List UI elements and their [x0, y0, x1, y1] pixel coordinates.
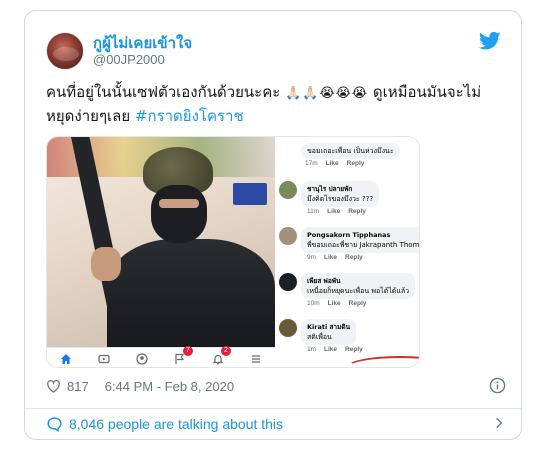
comment-bubble: ขอมเถอะเพื่อน เป็นห่วงมึงนะ [301, 143, 400, 159]
bell-icon: 2 [211, 345, 231, 366]
comment-author: Kirati สามดิน [307, 323, 351, 331]
red-annotation-scribble [345, 356, 419, 367]
comment-meta: 1m Like Reply [307, 346, 363, 353]
user-handle[interactable]: @00JP2000 [93, 52, 165, 67]
embedded-comments: ขอมเถอะเพื่อน เป็นห่วงมึงนะ 17m Like Reply… [275, 137, 420, 367]
home-icon [59, 352, 73, 366]
comment-text: มึงคิดไรของมึงวะ ??? [307, 195, 374, 203]
commenter-avatar [279, 227, 297, 245]
talking-about-link[interactable]: 8,046 people are talking about this [46, 413, 506, 435]
comment-text: พี่ขอมเถอะพี่ชาย Jakrapanth Thomma [307, 241, 420, 249]
commenter-avatar [279, 319, 297, 337]
video-icon [97, 352, 111, 366]
profile-icon [135, 352, 149, 366]
tweet-meta-row: 817 6:44 PM - Feb 8, 2020 [46, 377, 506, 395]
comment-author: ชานุไร ปลายพัก [307, 185, 353, 193]
comment-meta: 10m Like Reply [307, 300, 367, 307]
commenter-avatar [279, 273, 297, 291]
like-count[interactable]: 817 [67, 379, 89, 394]
comment-bubble: Kirati สามดิน สติเพื่อน [301, 319, 357, 345]
comment-text: ขอมเถอะเพื่อน เป็นห่วงมึงนะ [307, 147, 394, 155]
menu-icon [249, 352, 263, 366]
comment-text: เหนื่อยก็หยุดนะเพื่อน พอได้ได้แล้ว [307, 287, 410, 295]
talking-about-text[interactable]: 8,046 people are talking about this [69, 416, 283, 432]
comment-meta: 17m Like Reply [305, 160, 365, 167]
divider [25, 408, 521, 409]
tweet-emojis: 🙏🏻🙏🏻😭😭😭 [285, 86, 369, 101]
soldier-photo [47, 137, 275, 347]
tweet-media-image[interactable]: 7 2 ขอมเถอะเพื่อน เป็นห่วงมึงนะ 17m Like R… [46, 136, 420, 368]
hashtag-link[interactable]: #กราดยิงโคราช [135, 107, 244, 125]
heart-icon[interactable] [46, 379, 61, 394]
info-icon[interactable] [489, 377, 506, 394]
embedded-facebook-nav: 7 2 [47, 345, 275, 367]
comment-author: เพียส พ่อพัน [307, 277, 341, 285]
comment-meta: 9m Like Reply [307, 254, 363, 261]
commenter-avatar [279, 181, 297, 199]
flag-badge: 7 [183, 345, 193, 356]
tweet-text-part1: คนที่อยู่ในนั้นเซฟตัวเองกันด้วยนะคะ [46, 83, 281, 101]
comment-bubble: ชานุไร ปลายพัก มึงคิดไรของมึงวะ ??? [301, 181, 380, 207]
bell-badge: 2 [221, 345, 231, 356]
tweet-card: กูผู้ไม่เคยเข้าใจ @00JP2000 คนที่อยู่ในน… [24, 10, 522, 440]
comment-author: Pongsakorn Tipphanas [307, 231, 391, 239]
twitter-bird-icon[interactable] [479, 31, 501, 51]
tweet-text: คนที่อยู่ในนั้นเซฟตัวเองกันด้วยนะคะ 🙏🏻🙏🏻… [46, 81, 506, 127]
comment-bubble: Pongsakorn Tipphanas พี่ขอมเถอะพี่ชาย Ja… [301, 227, 420, 253]
flag-icon: 7 [173, 345, 193, 366]
comment-meta: 11m Like Reply [307, 208, 366, 215]
chevron-right-icon[interactable] [492, 416, 506, 430]
avatar[interactable] [46, 32, 84, 70]
comment-text: สติเพื่อน [307, 333, 332, 341]
tweet-timestamp[interactable]: 6:44 PM - Feb 8, 2020 [105, 379, 234, 394]
comment-bubble-icon [47, 416, 62, 432]
comment-bubble: เพียส พ่อพัน เหนื่อยก็หยุดนะเพื่อน พอได้… [301, 273, 416, 299]
